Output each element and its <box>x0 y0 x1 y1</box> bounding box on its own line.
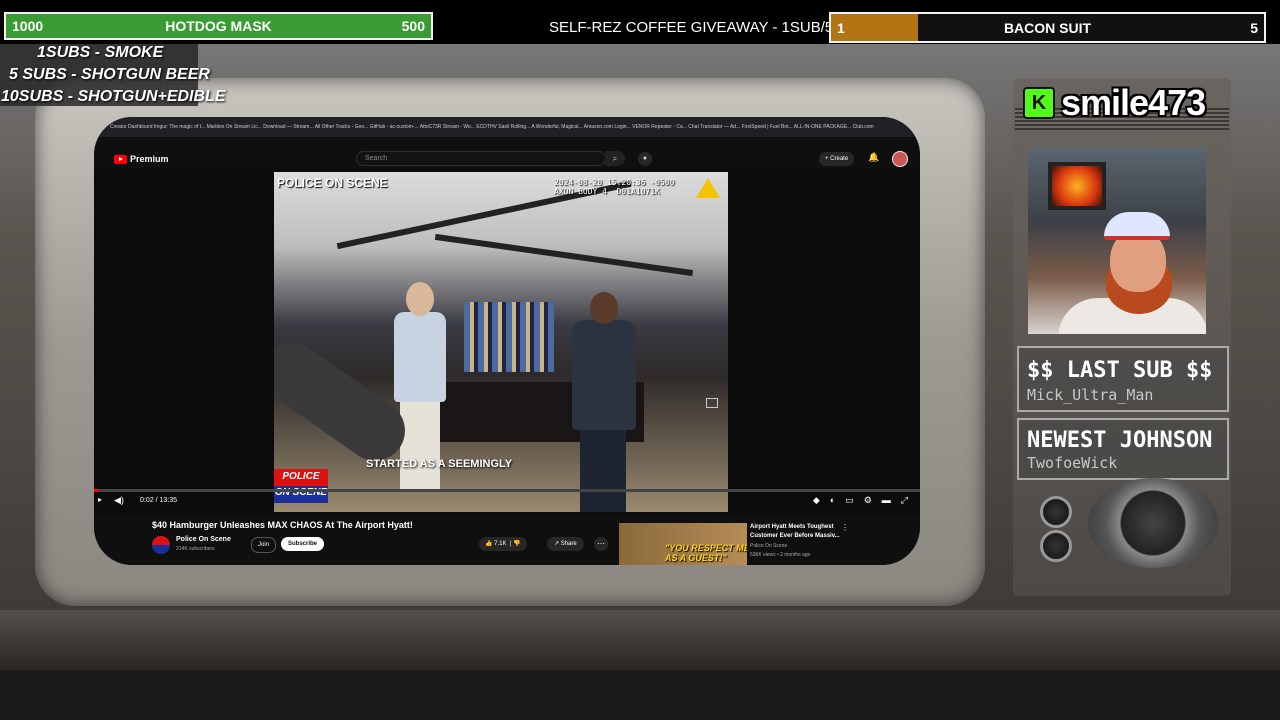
newest-value: TwofoeWick <box>1027 454 1118 472</box>
share-label: Share <box>560 541 577 547</box>
share-icon: ↗ <box>554 541 561 547</box>
bottom-strip <box>0 670 1280 720</box>
more-vert-icon[interactable]: ⋮ <box>841 523 849 532</box>
join-button[interactable]: Join <box>251 537 277 553</box>
create-button[interactable]: + Create <box>819 152 855 166</box>
video-progress-fill <box>94 489 99 492</box>
channel-name[interactable]: Police On Scene <box>176 536 231 543</box>
goal-end: 500 <box>401 18 425 34</box>
thumbs-down-icon[interactable]: 👎 <box>513 541 520 547</box>
subscribe-button[interactable]: Subscribe <box>281 537 325 551</box>
share-button[interactable]: ↗ Share <box>547 537 584 551</box>
kick-icon: K <box>1023 87 1055 119</box>
video-player[interactable]: POLICE ON SCENE 2024-08-20 15:20:36 -050… <box>274 172 728 512</box>
settings-icon[interactable]: ⚙ <box>864 495 872 506</box>
streamer-name: smile473 <box>1061 82 1206 123</box>
video-caption: STARTED AS A SEEMINGLY <box>366 458 513 470</box>
video-title: $40 Hamburger Unleashes MAX CHAOS At The… <box>152 520 413 530</box>
hotdog-mask-goal: 1000 HOTDOG MASK 500 <box>4 12 433 40</box>
newest-title: NEWEST JOHNSON <box>1027 428 1213 453</box>
subscriber-count: 214K subscribers <box>176 546 215 552</box>
video-progress-bar[interactable] <box>94 489 920 492</box>
figure-part <box>394 312 446 402</box>
youtube-logo[interactable]: Premium <box>114 154 169 164</box>
bookmarks[interactable]: Creator Dashboard Imgur: The magic of t.… <box>110 124 874 130</box>
bodycam-timestamp: 2024-08-20 15:20:36 -0500 AXON BODY 4 D0… <box>554 178 675 196</box>
last-sub-box: $$ LAST SUB $$ Mick_Ultra_Man <box>1017 346 1229 412</box>
time-display: 0:02 / 13:35 <box>140 497 177 504</box>
video-controls: ▸ ◀) 0:02 / 13:35 ◆ ◐ ▭ ⚙ ▬ ⤢ <box>94 495 920 511</box>
bar-shelf <box>464 302 554 372</box>
figure-part <box>572 320 636 430</box>
bacon-suit-goal: 1 BACON SUIT 5 <box>829 12 1266 43</box>
sub-rewards-box: 1SUBS - SMOKE 5 SUBS - SHOTGUN BEER 10SU… <box>0 44 225 106</box>
autoplay-toggle-icon[interactable]: ◐ <box>830 495 835 506</box>
tv-knob-icon <box>1040 496 1072 528</box>
channel-dial-icon <box>1088 478 1218 568</box>
like-count: 7.1K <box>494 541 507 547</box>
volume-icon[interactable]: ◀) <box>114 495 124 506</box>
youtube-play-icon <box>114 154 127 164</box>
channel-avatar[interactable] <box>152 536 170 554</box>
webcam-feed <box>1028 148 1206 334</box>
player-right-controls: ◆ ◐ ▭ ⚙ ▬ ⤢ <box>813 495 908 506</box>
browser-bookmarks-bar: Creator Dashboard Imgur: The magic of t.… <box>94 117 920 137</box>
search-input[interactable]: Search <box>356 151 606 166</box>
newest-box: NEWEST JOHNSON TwofoeWick <box>1017 418 1229 480</box>
search-icon[interactable]: ⌕ <box>605 151 625 166</box>
recommended-meta: 536K views • 2 months ago <box>750 552 811 558</box>
more-icon[interactable]: ⋯ <box>594 537 608 551</box>
tv-knob-icon <box>1040 530 1072 562</box>
figure-part <box>590 292 618 324</box>
goal-end: 5 <box>1250 19 1258 36</box>
shield-icon[interactable]: ◆ <box>813 495 820 506</box>
fullscreen-icon[interactable]: ⤢ <box>901 495 908 506</box>
play-icon[interactable]: ▸ <box>98 495 102 504</box>
tv-screen: Creator Dashboard Imgur: The magic of t.… <box>94 117 920 565</box>
recommended-title[interactable]: Airport Hyatt Meets Toughest Customer Ev… <box>750 523 846 541</box>
fireplace-screen <box>1048 162 1106 210</box>
like-button[interactable]: 👍 7.1K | 👎 <box>479 537 527 551</box>
streamer-hat <box>1104 212 1170 240</box>
thumbs-up-icon: 👍 <box>485 541 495 547</box>
sub-reward-line: 5 SUBS - SHOTGUN BEER <box>9 66 210 83</box>
tv-base <box>0 610 1280 670</box>
youtube-logo-text: Premium <box>130 154 169 164</box>
mic-icon[interactable]: ● <box>638 152 652 166</box>
captions-icon[interactable]: ▭ <box>845 495 854 506</box>
avatar[interactable] <box>892 151 908 167</box>
thumbnail-text: "YOU RESPECT ME AS A GUEST!" <box>665 543 747 563</box>
video-overlay-title: POLICE ON SCENE <box>277 176 388 190</box>
bell-icon[interactable]: 🔔 <box>868 152 879 163</box>
goal-title: BACON SUIT <box>1003 19 1092 36</box>
sub-reward-line: 1SUBS - SMOKE <box>37 44 164 61</box>
sub-reward-line: 10SUBS - SHOTGUN+EDIBLE <box>1 88 226 105</box>
recommended-thumbnail[interactable]: "YOU RESPECT ME AS A GUEST!" <box>619 523 747 565</box>
axon-logo-icon <box>696 178 720 198</box>
goal-title: HOTDOG MASK <box>165 18 272 34</box>
figure-part <box>400 400 440 490</box>
recommended-channel: Police On Scene <box>750 543 788 549</box>
ceiling-beam <box>434 233 694 277</box>
officer-figure <box>564 292 644 512</box>
pip-icon[interactable] <box>706 398 718 408</box>
figure-part <box>406 282 434 316</box>
last-sub-value: Mick_Ultra_Man <box>1027 386 1154 404</box>
create-label: Create <box>830 156 849 162</box>
streamer-brand: K smile473 <box>1023 82 1206 124</box>
theater-icon[interactable]: ▬ <box>882 495 891 506</box>
giveaway-text: SELF-REZ COFFEE GIVEAWAY - 1SUB/500 <box>549 19 850 36</box>
last-sub-title: $$ LAST SUB $$ <box>1027 358 1213 383</box>
